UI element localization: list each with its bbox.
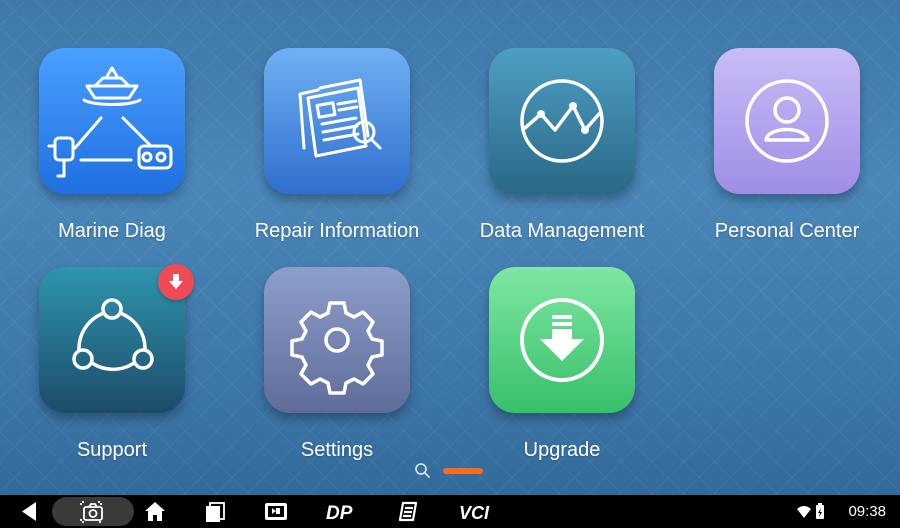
update-badge [158,264,194,300]
status-clock: 09:38 [848,503,886,520]
wifi-icon [797,506,811,518]
upgrade-tile[interactable] [489,267,635,413]
app-personal-center[interactable]: Personal Center [687,48,887,258]
recent-apps-button[interactable] [202,495,228,528]
tablet-app-button[interactable] [262,495,290,528]
app-label: Settings [300,439,374,461]
battery-icon [816,503,824,519]
back-icon [22,502,36,521]
dp-logo-text: DP [326,503,353,524]
app-upgrade[interactable]: Upgrade [462,267,662,477]
dp-logo-icon: DP [326,503,353,524]
camera-icon [80,501,103,523]
settings-tile[interactable] [264,267,410,413]
navigation-bar [0,495,900,528]
app-label: Repair Information [254,220,420,242]
app-marine-diag[interactable]: Marine Diag [12,48,212,258]
dp-app-button[interactable]: DP [322,495,362,528]
app-settings[interactable]: Settings [237,267,437,477]
marine-diag-tile[interactable] [39,48,185,194]
data-management-tile[interactable] [489,48,635,194]
notes-icon [398,501,418,522]
vci-logo-text: VCI [459,503,490,523]
gear-icon [290,301,384,395]
marine-diag-icon [47,66,173,178]
search-icon[interactable] [414,462,430,478]
recent-apps-icon [206,502,225,522]
home-icon [145,502,165,521]
active-page-dot[interactable] [443,468,483,474]
status-area: 09:38 [796,495,886,528]
vci-logo-icon: VCI [459,503,490,523]
screenshot-button[interactable] [78,495,108,528]
back-button[interactable] [16,495,44,528]
repair-document-icon [298,78,382,158]
app-label: Support [76,439,148,461]
app-data-management[interactable]: Data Management [462,48,662,258]
home-button[interactable] [142,495,168,528]
download-arrow-icon [169,274,183,289]
notes-button[interactable] [396,495,422,528]
app-label: Data Management [479,220,645,242]
app-repair-information[interactable]: Repair Information [237,48,437,258]
app-label: Upgrade [523,439,601,461]
download-circle-icon [520,298,604,382]
user-profile-icon [745,79,829,163]
repair-information-tile[interactable] [264,48,410,194]
tablet-app-icon [265,503,287,520]
vci-app-button[interactable]: VCI [456,495,496,528]
app-label: Marine Diag [58,220,166,242]
app-label: Personal Center [714,220,860,242]
personal-center-tile[interactable] [714,48,860,194]
waveform-chart-icon [520,79,604,163]
